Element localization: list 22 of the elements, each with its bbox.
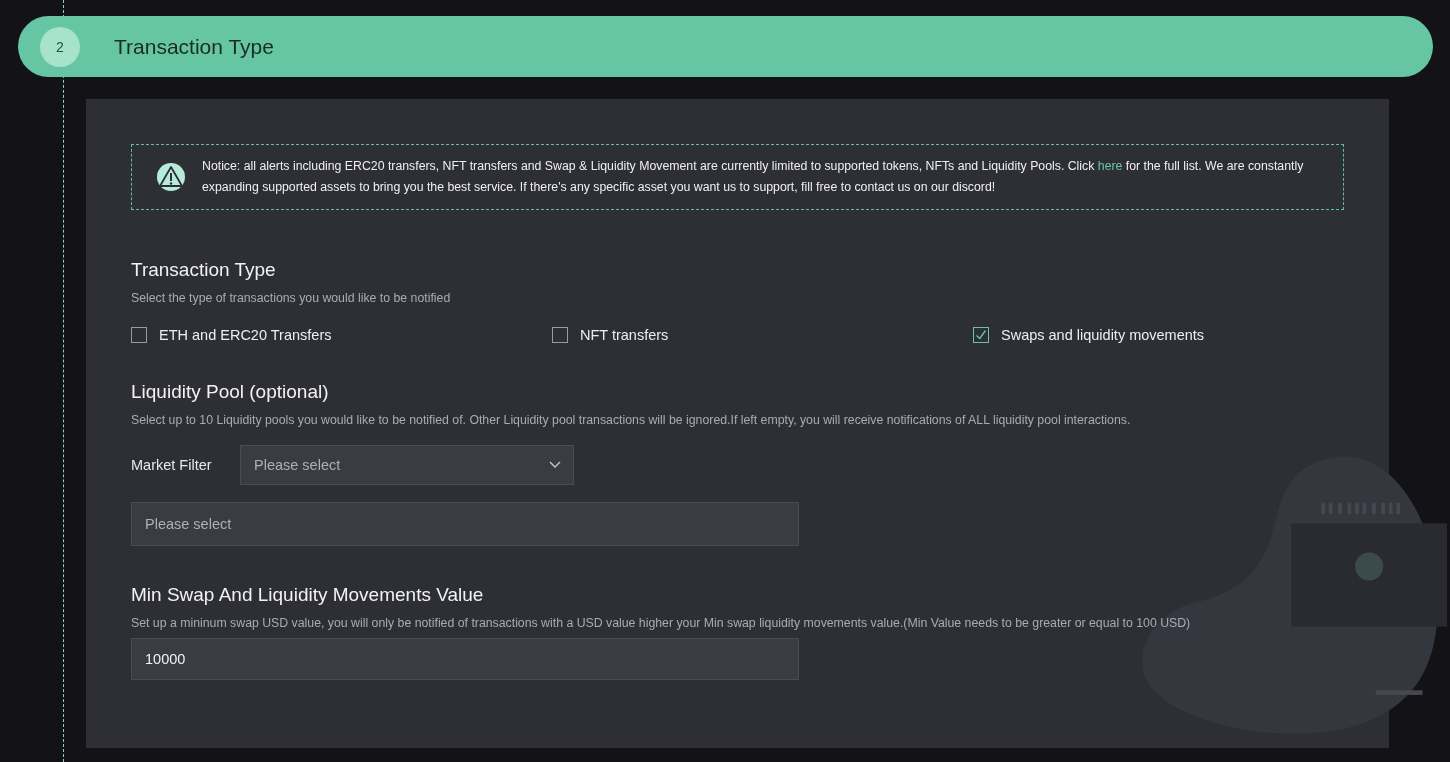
market-filter-label: Market Filter [131, 457, 213, 473]
checkbox-icon[interactable] [552, 327, 568, 343]
section-hint: Select the type of transactions you would like to be notified [131, 291, 452, 305]
min-value-input[interactable]: 10000 [131, 638, 799, 680]
transaction-type-option[interactable]: ETH and ERC20 Transfers [131, 327, 332, 343]
section-hint: Select up to 10 Liquidity pools you would like to be notified of. Other Liquidity pool transactions will be ignored.If left empty, you will receive notifications of ALL liquidity pool interactions. [131, 413, 1132, 427]
liquidity-pool-select[interactable]: Please select [131, 502, 799, 546]
transaction-type-option[interactable]: Swaps and liquidity movements [973, 327, 1205, 343]
warning-icon [156, 162, 186, 192]
transaction-type-option[interactable]: NFT transfers [552, 327, 669, 343]
section-hint: Set up a mininum swap USD value, you will only be notified of transactions with a USD value higher your Min swap liquidity movements value.(Min Value needs to be greater or equal to 100 USD) [131, 616, 1192, 630]
step-number: 2 [40, 26, 80, 67]
section-title: Min Swap And Liquidity Movements Value [131, 584, 485, 606]
checkbox-icon[interactable] [131, 327, 147, 343]
section-title: Liquidity Pool (optional) [131, 381, 330, 403]
checkbox-icon[interactable] [973, 327, 989, 343]
full-list-link[interactable]: here [1097, 159, 1123, 173]
section-title: Transaction Type [131, 259, 277, 281]
market-filter-select[interactable]: Please select [240, 445, 574, 485]
step-title: Transaction Type [114, 34, 274, 59]
notice-text: Notice: all alerts including ERC20 transfers, NFT transfers and Swap & Liquidity Movement are currently limited to supported tokens, NFTs and Liquidity Pools. Click here for the full list. We are constantly expanding supported assets to bring you the best service. If there's any specific asset you want us to support, fill free to contact us on our discord! [202, 158, 1305, 196]
chevron-down-icon [549, 461, 561, 469]
